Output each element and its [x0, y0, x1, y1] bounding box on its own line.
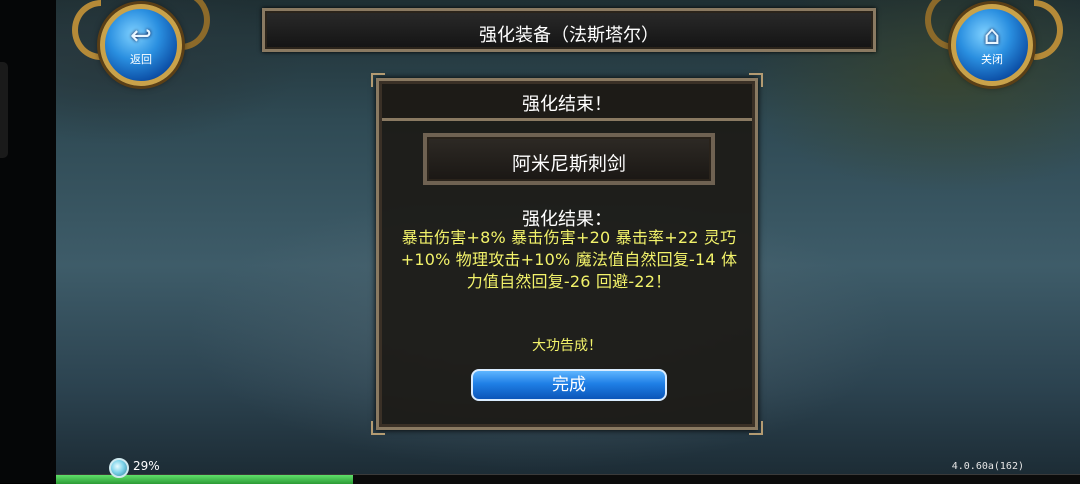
frame-corner — [749, 73, 763, 87]
back-button-label: 返回 — [130, 53, 152, 66]
frame-corner — [749, 421, 763, 435]
loading-spinner-icon — [109, 458, 129, 478]
item-name: 阿米尼斯刺剑 — [511, 153, 626, 175]
home-icon: ⌂ — [983, 21, 1001, 51]
page-title: 强化装备（法斯塔尔） — [479, 25, 659, 46]
result-stats: 暴击伤害+8% 暴击伤害+20 暴击率+22 灵巧+10% 物理攻击+10% 魔… — [400, 228, 738, 291]
back-button[interactable]: ↩ 返回 — [100, 4, 182, 86]
frame-corner — [371, 73, 385, 87]
dialog-title: 强化结束！ — [522, 94, 612, 115]
screen-edge — [0, 0, 56, 483]
close-button-label: 关闭 — [981, 53, 1003, 66]
success-message: 大功告成！ — [532, 338, 602, 354]
dialog-header: 强化结束！ — [382, 84, 752, 121]
title-bar: 强化装备（法斯塔尔） — [262, 8, 876, 52]
frame-corner — [371, 421, 385, 435]
item-name-plate: 阿米尼斯刺剑 — [423, 133, 715, 185]
screen-notch — [0, 62, 8, 158]
done-button[interactable]: 完成 — [471, 369, 667, 401]
close-button[interactable]: ⌂ 关闭 — [951, 4, 1033, 86]
enhance-result-dialog: 强化结束！ 阿米尼斯刺剑 强化结果： 暴击伤害+8% 暴击伤害+20 暴击率+2… — [371, 73, 763, 435]
loading-percent: 29% — [133, 459, 160, 473]
back-arrow-icon: ↩ — [130, 21, 152, 51]
version-label: 4.0.60a(162) — [951, 461, 1024, 472]
